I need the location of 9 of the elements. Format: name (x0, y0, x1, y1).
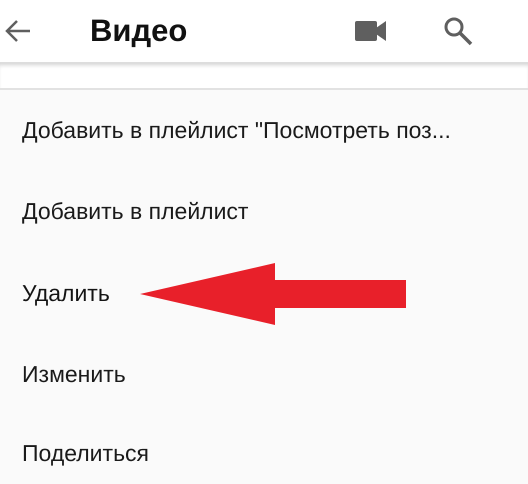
back-icon[interactable] (4, 19, 32, 43)
search-icon[interactable] (443, 16, 473, 46)
screen-title: Видео (90, 12, 188, 50)
menu-item[interactable]: Добавить в плейлист "Посмотреть поз... (22, 116, 451, 145)
video-camera-icon[interactable] (355, 21, 386, 41)
menu-item[interactable]: Добавить в плейлист (22, 198, 248, 226)
menu-item[interactable]: Изменить (22, 361, 126, 390)
menu-item[interactable]: Удалить (22, 280, 110, 308)
menu-item[interactable]: Поделиться (22, 440, 150, 468)
